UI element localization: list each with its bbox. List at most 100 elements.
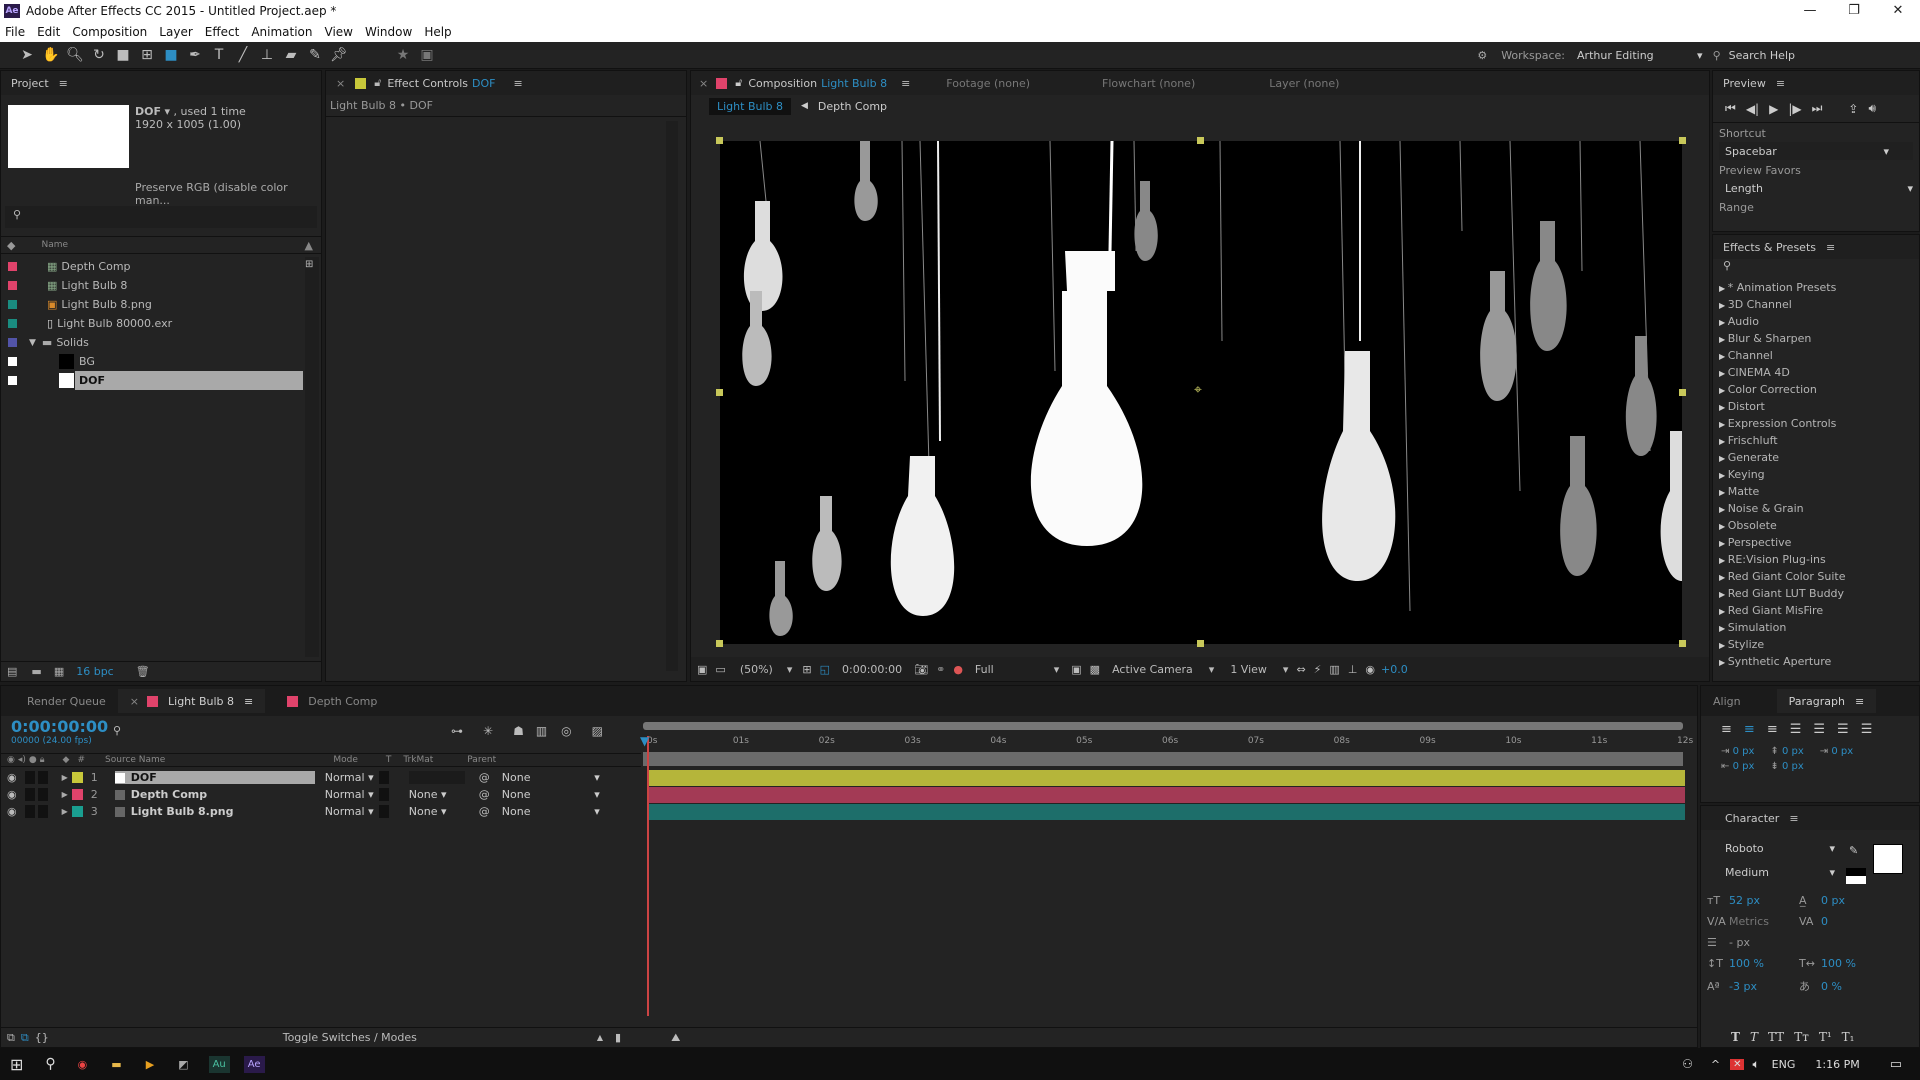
transparency-grid-icon[interactable]: ▩ [1090,663,1100,676]
effect-category[interactable]: Perspective [1713,534,1919,551]
expand-arrow-icon[interactable]: ▶ [62,773,68,782]
menu-effect[interactable]: Effect [205,25,240,39]
layer-search-icon[interactable]: ⚲ [113,724,121,737]
effect-category[interactable]: Matte [1713,483,1919,500]
time-ruler[interactable]: 0s 01s 02s 03s 04s 05s 06s 07s 08s 09s 10s 11s 12s [641,732,1693,752]
close-tab-icon[interactable]: × [336,77,345,90]
project-title[interactable]: Project [11,77,49,90]
motion-blur-icon[interactable]: ◎ [561,724,571,738]
previous-frame-icon[interactable]: ◀| [1746,102,1759,116]
black-white-swatch[interactable] [1846,868,1866,884]
space-after-field[interactable]: ⇟ 0 px [1770,761,1803,772]
region-of-interest-icon[interactable]: ▣ [1071,663,1081,676]
workspace-dropdown-icon[interactable]: ▾ [1697,49,1703,62]
superscript-icon[interactable]: T¹ [1819,1030,1832,1044]
effect-category[interactable]: Obsolete [1713,517,1919,534]
pick-whip-icon[interactable]: @ [479,771,490,784]
project-search-input[interactable]: ⚲ [5,206,317,228]
label-color[interactable] [71,789,83,800]
composition-viewer[interactable]: ⌖ [720,141,1682,644]
nav-light-bulb-8[interactable]: Light Bulb 8 [709,97,791,115]
type-tool-icon[interactable]: T [208,45,230,65]
bbox-handle[interactable] [716,389,723,396]
dropdown-icon[interactable]: ▾ [594,788,600,801]
justify-all-icon[interactable]: ☰ [1861,722,1873,737]
effect-category[interactable]: Frischluft [1713,432,1919,449]
last-frame-icon[interactable]: ⏭ [1812,101,1823,116]
audition-icon[interactable]: Au [208,1055,230,1073]
close-tab-icon[interactable]: × [699,77,708,90]
faux-bold-icon[interactable]: T [1731,1030,1740,1044]
align-center-icon[interactable]: ≡ [1744,722,1755,737]
bbox-handle[interactable] [716,137,723,144]
fill-color-swatch[interactable] [1873,844,1903,874]
panel-menu-icon[interactable]: ≡ [1776,77,1785,90]
track-matte-select[interactable]: None ▾ [409,805,465,818]
nav-arrow-icon[interactable]: ◀ [801,101,808,111]
timeline-timecode[interactable]: 0:00:00:00 00000 (24.00 fps) [11,717,108,746]
roto-brush-tool-icon[interactable]: ✎ [304,45,326,65]
tab-flowchart[interactable]: Flowchart (none) [1102,77,1195,90]
effects-presets-title[interactable]: Effects & Presets [1723,241,1816,254]
notifications-icon[interactable]: ▭ [1890,1057,1902,1072]
track-matte-select[interactable] [408,771,465,784]
menu-view[interactable]: View [325,25,353,39]
pick-whip-icon[interactable]: @ [479,805,490,818]
language-indicator[interactable]: ENG [1772,1058,1796,1071]
show-snapshot-icon[interactable]: ⚭ [936,663,945,676]
flowchart-icon[interactable]: ⊥ [1348,663,1358,676]
selection-tool-icon[interactable]: ➤ [16,45,38,65]
track-matte-select[interactable]: None ▾ [409,788,465,801]
close-tab-icon[interactable]: × [130,695,139,708]
menu-edit[interactable]: Edit [37,25,60,39]
effect-category[interactable]: Distort [1713,398,1919,415]
bbox-handle[interactable] [1679,137,1686,144]
indent-right-field[interactable]: ⇤ 0 px [1721,761,1754,772]
nav-depth-comp[interactable]: Depth Comp [818,100,887,113]
project-item[interactable]: ▦ Light Bulb 8 [1,276,303,295]
small-caps-icon[interactable]: Tᴛ [1794,1030,1809,1044]
indent-left-field[interactable]: ⇥ 0 px [1721,746,1754,757]
panel-menu-icon[interactable]: ≡ [59,77,68,90]
search-help-input[interactable]: Search Help [1729,49,1795,62]
toggle-switches-modes-button[interactable]: Toggle Switches / Modes [283,1031,417,1044]
eraser-tool-icon[interactable]: ▰ [280,45,302,65]
label-color[interactable] [71,772,83,783]
lock-switch-icon[interactable]: 🔒︎ [40,755,45,765]
dropdown-icon[interactable]: ▾ [1209,663,1215,676]
justify-last-center-icon[interactable]: ☰ [1813,722,1825,737]
blend-mode-select[interactable]: Normal ▾ [325,788,375,801]
view-layout-select[interactable]: 1 View [1230,663,1267,676]
t-header[interactable]: T [386,755,392,765]
project-item[interactable]: BG [1,352,303,371]
project-folder[interactable]: ▼ ▬ Solids [1,333,303,352]
layer-name[interactable]: Light Bulb 8.png [114,805,315,818]
expand-layer-switches-icon[interactable]: ⧉ [7,1031,15,1045]
tab-paragraph[interactable]: Paragraph ≡ [1776,689,1877,713]
tab-render-queue[interactable]: Render Queue [15,689,118,713]
audio-switch-icon[interactable]: ◂) [18,755,26,765]
bbox-handle[interactable] [1679,640,1686,647]
space-after-value[interactable]: 0 px [1782,761,1804,772]
file-explorer-icon[interactable]: ▬ [111,1058,121,1071]
align-right-icon[interactable]: ≡ [1767,722,1778,737]
dropdown-icon[interactable]: ▾ [1829,842,1835,855]
anchor-point-icon[interactable]: ⌖ [1194,382,1202,398]
dropdown-icon[interactable]: ▾ [1829,866,1835,879]
snapshot-icon[interactable]: 📷︎ [914,663,928,676]
character-title[interactable]: Character [1725,812,1779,825]
pan-behind-tool-icon[interactable]: ⊞ [136,45,158,65]
justify-last-right-icon[interactable]: ☰ [1837,722,1849,737]
resolution-select[interactable]: Full [975,663,994,676]
time-navigator[interactable] [643,722,1683,730]
star-icon[interactable]: ★ [392,45,414,65]
blend-mode-select[interactable]: Normal ▾ [325,805,375,818]
layer-name[interactable]: DOF [114,771,315,784]
first-frame-icon[interactable]: ⏮ [1725,101,1736,116]
effects-search-input[interactable]: ⚲ [1713,259,1919,279]
source-name-header[interactable]: Source Name [105,755,165,765]
bbox-handle[interactable] [716,640,723,647]
project-item[interactable]: ▣ Light Bulb 8.png [1,295,303,314]
subscript-icon[interactable]: T₁ [1842,1030,1855,1044]
parent-select[interactable]: None ▾ [502,788,600,801]
